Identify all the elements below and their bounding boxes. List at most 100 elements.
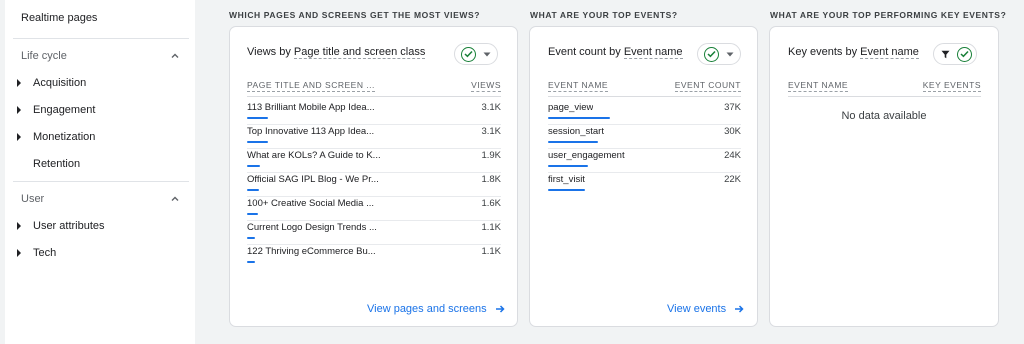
row-divider xyxy=(247,124,501,125)
sidebar-item-engagement[interactable]: Engagement xyxy=(14,104,95,116)
row-label: user_engagement xyxy=(548,150,625,161)
row-divider xyxy=(247,148,501,149)
dropdown-arrow-icon xyxy=(726,52,734,56)
row-label: first_visit xyxy=(548,174,585,185)
row-value-bar xyxy=(548,165,588,167)
row-label: 122 Thriving eCommerce Bu... xyxy=(247,246,376,257)
header-divider xyxy=(788,96,981,97)
compare-toggle-button[interactable] xyxy=(697,43,741,65)
sidebar-item-label: Acquisition xyxy=(33,77,87,89)
dropdown-arrow-icon xyxy=(483,52,491,56)
column-header-name[interactable]: EVENT NAME xyxy=(548,80,609,92)
view-events-link[interactable]: View events xyxy=(667,303,744,315)
table-row[interactable]: Official SAG IPL Blog - We Pr... 1.8K xyxy=(247,174,501,198)
column-header-value[interactable]: EVENT COUNT xyxy=(674,80,741,92)
column-header-name[interactable]: EVENT NAME xyxy=(788,80,849,92)
events-card: Event count by Event name EVENT NAME EVE… xyxy=(529,26,758,327)
sidebar-item-monetization[interactable]: Monetization xyxy=(14,131,95,143)
row-value: 1.1K xyxy=(481,222,501,233)
table-row[interactable]: What are KOLs? A Guide to K... 1.9K xyxy=(247,150,501,174)
section-title-events: WHAT ARE YOUR TOP EVENTS? xyxy=(530,10,678,20)
card-title[interactable]: Event count by Event name xyxy=(548,46,683,59)
column-header-value[interactable]: VIEWS xyxy=(471,80,501,92)
row-label: page_view xyxy=(548,102,594,113)
arrow-right-icon xyxy=(735,305,744,313)
row-value-bar xyxy=(548,117,610,119)
caret-right-icon xyxy=(14,78,24,88)
table-row[interactable]: user_engagement 24K xyxy=(548,150,741,174)
filter-compare-button[interactable] xyxy=(933,43,977,65)
card-title-dimension[interactable]: Event name xyxy=(623,46,683,59)
table-header: PAGE TITLE AND SCREEN ... VIEWS xyxy=(247,80,501,92)
row-value-bar xyxy=(247,261,255,263)
row-label: Top Innovative 113 App Idea... xyxy=(247,126,375,137)
row-value: 1.1K xyxy=(481,246,501,257)
row-value-bar xyxy=(247,237,255,239)
filter-icon xyxy=(938,47,953,62)
sidebar-item-tech[interactable]: Tech xyxy=(14,247,56,259)
check-circle-icon xyxy=(461,46,476,62)
page-edge xyxy=(1015,0,1024,344)
sidebar-item-label: Tech xyxy=(33,247,57,259)
table-row[interactable]: 113 Brilliant Mobile App Idea... 3.1K xyxy=(247,102,501,126)
key-events-card: Key events by Event name EVENT NAME KEY … xyxy=(769,26,999,327)
column-header-value[interactable]: KEY EVENTS xyxy=(922,80,981,92)
row-value: 37K xyxy=(724,102,741,113)
sidebar-item-retention[interactable]: Retention xyxy=(14,158,80,170)
sidebar-item-acquisition[interactable]: Acquisition xyxy=(14,77,86,89)
row-value: 1.8K xyxy=(481,174,501,185)
row-divider xyxy=(548,124,741,125)
header-divider xyxy=(548,96,741,97)
row-value: 1.6K xyxy=(481,198,501,209)
chevron-up-icon[interactable] xyxy=(170,51,180,61)
row-divider xyxy=(247,172,501,173)
row-label: 113 Brilliant Mobile App Idea... xyxy=(247,102,375,113)
table-row[interactable]: session_start 30K xyxy=(548,126,741,150)
table-row[interactable]: 122 Thriving eCommerce Bu... 1.1K xyxy=(247,246,501,270)
caret-right-icon xyxy=(14,221,24,231)
card-title[interactable]: Key events by Event name xyxy=(788,46,919,59)
row-value-bar xyxy=(548,189,585,191)
row-value-bar xyxy=(247,213,258,215)
card-title-metric: Event count by xyxy=(548,46,621,58)
row-divider xyxy=(247,244,501,245)
row-divider xyxy=(247,196,501,197)
row-value-bar xyxy=(247,165,260,167)
row-value-bar xyxy=(247,117,268,119)
card-title-dimension[interactable]: Page title and screen class xyxy=(293,46,426,59)
card-title[interactable]: Views by Page title and screen class xyxy=(247,46,426,59)
table-header: EVENT NAME KEY EVENTS xyxy=(788,80,981,92)
caret-right-icon xyxy=(14,105,24,115)
row-label: 100+ Creative Social Media ... xyxy=(247,198,374,209)
sidebar-item-realtime-pages[interactable]: Realtime pages xyxy=(21,12,97,24)
view-pages-link[interactable]: View pages and screens xyxy=(367,303,505,315)
row-value: 3.1K xyxy=(481,102,501,113)
row-value: 3.1K xyxy=(481,126,501,137)
row-divider xyxy=(548,172,741,173)
card-title-dimension[interactable]: Event name xyxy=(860,46,919,59)
table-row[interactable]: 100+ Creative Social Media ... 1.6K xyxy=(247,198,501,222)
row-value-bar xyxy=(548,141,598,143)
row-divider xyxy=(247,220,501,221)
empty-state-message: No data available xyxy=(841,110,927,122)
card-title-metric: Key events by xyxy=(788,46,858,58)
card-title-metric: Views by xyxy=(247,46,291,58)
table-row[interactable]: page_view 37K xyxy=(548,102,741,126)
sidebar-section-life-cycle[interactable]: Life cycle xyxy=(21,50,67,62)
chevron-up-icon[interactable] xyxy=(170,194,180,204)
sidebar-item-label: Retention xyxy=(33,158,81,170)
sidebar-section-user[interactable]: User xyxy=(21,193,44,205)
compare-toggle-button[interactable] xyxy=(454,43,498,65)
table-row[interactable]: first_visit 22K xyxy=(548,174,741,198)
section-title-pages: WHICH PAGES AND SCREENS GET THE MOST VIE… xyxy=(229,10,481,20)
column-header-name[interactable]: PAGE TITLE AND SCREEN ... xyxy=(247,80,375,92)
caret-right-icon xyxy=(14,132,24,142)
sidebar-item-user-attributes[interactable]: User attributes xyxy=(14,220,105,232)
row-value: 24K xyxy=(724,150,741,161)
section-title-key-events: WHAT ARE YOUR TOP PERFORMING KEY EVENTS? xyxy=(770,10,1007,20)
row-label: Official SAG IPL Blog - We Pr... xyxy=(247,174,379,185)
caret-right-icon xyxy=(14,248,24,258)
table-row[interactable]: Current Logo Design Trends ... 1.1K xyxy=(247,222,501,246)
sidebar-item-label: User attributes xyxy=(33,220,105,232)
table-row[interactable]: Top Innovative 113 App Idea... 3.1K xyxy=(247,126,501,150)
